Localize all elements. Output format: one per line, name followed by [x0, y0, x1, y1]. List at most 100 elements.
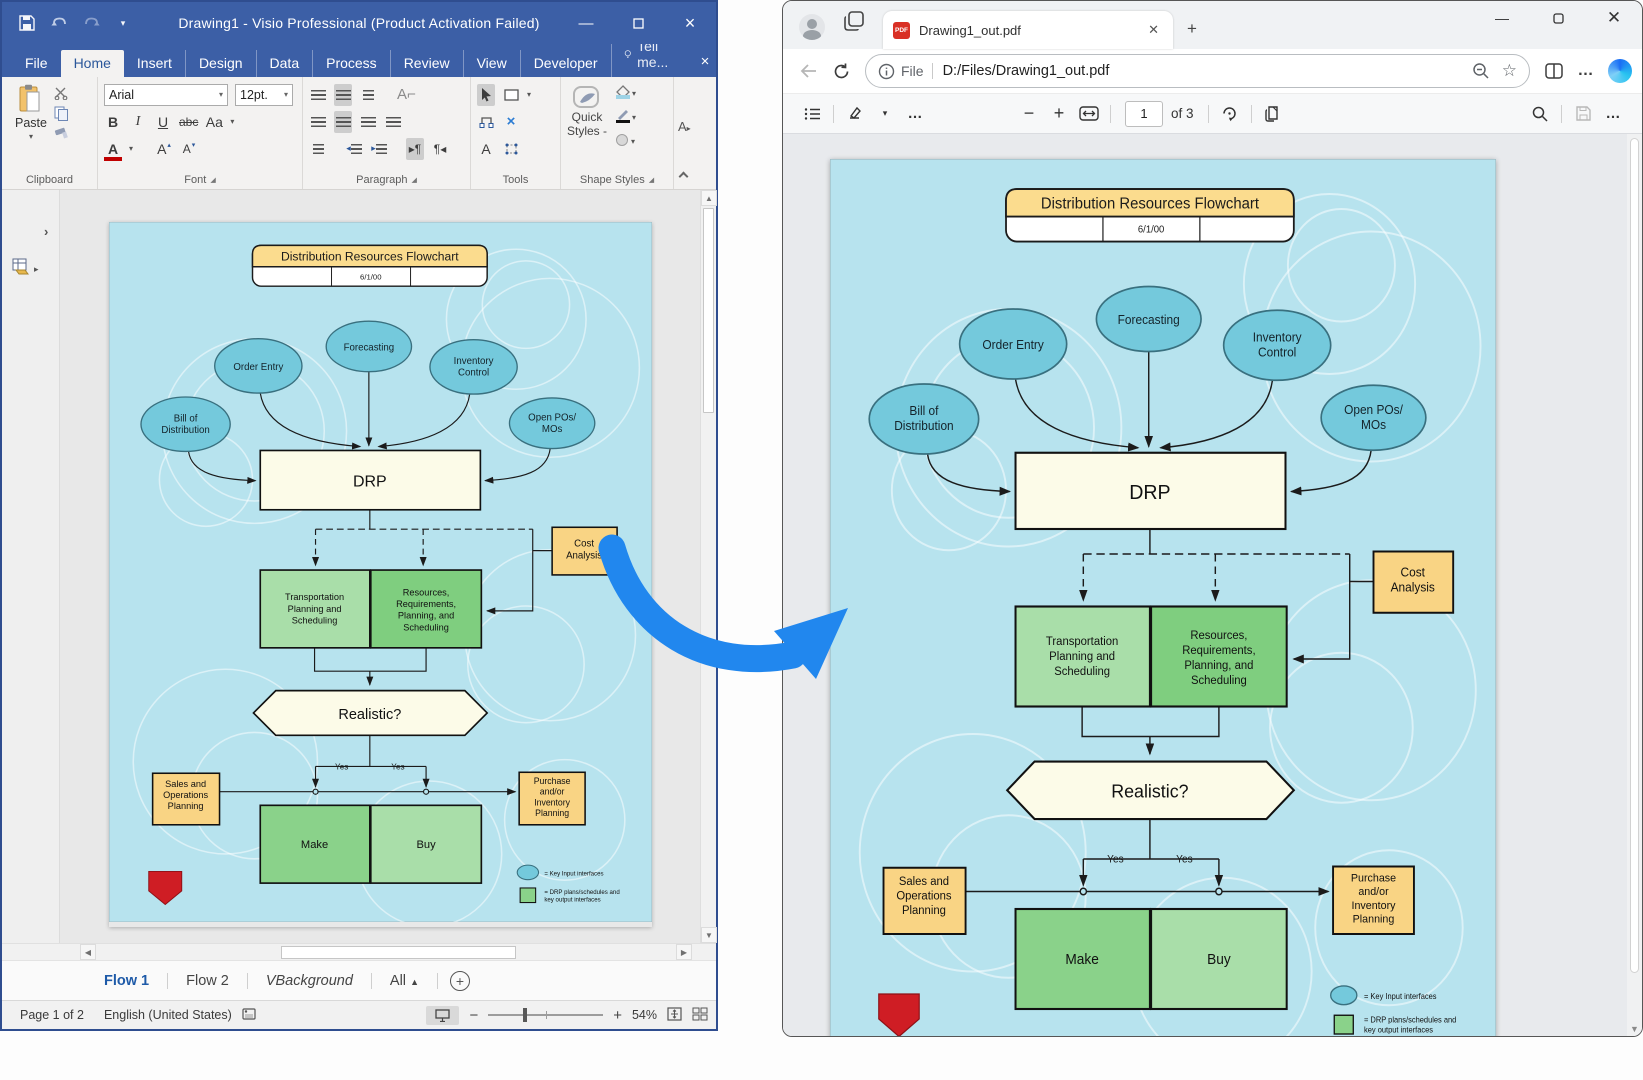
maximize-icon[interactable] [612, 2, 664, 44]
customize-qat-icon[interactable]: ▾ [114, 14, 132, 32]
page-number-input[interactable]: 1 [1125, 101, 1163, 127]
language-indicator[interactable]: English (United States) [94, 1008, 242, 1022]
save-icon[interactable] [1568, 100, 1598, 128]
visio-vertical-scrollbar[interactable]: ▲ ▼ [700, 190, 716, 943]
strikethrough-button[interactable]: abc [179, 111, 198, 133]
visio-drawing-page[interactable]: Yes Yes Distribution Resources Flowchart… [109, 222, 652, 927]
expand-shapes-icon[interactable]: › [44, 224, 48, 239]
justify-icon[interactable] [384, 111, 402, 133]
copilot-icon[interactable] [1608, 59, 1632, 83]
pdf-viewer[interactable]: Yes Yes Distribution Resources Flowchart… [783, 134, 1642, 1036]
switch-windows-icon[interactable] [692, 1007, 708, 1024]
shape-styles-dialog-launcher-icon[interactable]: ◢ [649, 176, 654, 184]
pdf-vertical-scrollbar[interactable]: ▼ [1627, 134, 1642, 1036]
close-tab-icon[interactable]: ✕ [1144, 20, 1163, 40]
align-center-icon[interactable] [334, 111, 352, 133]
text-tool-button[interactable]: A [477, 138, 495, 160]
align-bottom-icon[interactable] [359, 84, 377, 106]
rtl-paragraph-icon[interactable]: ¶◂ [431, 138, 449, 160]
close-document-icon[interactable]: × [685, 47, 726, 77]
page-tab-all[interactable]: All ▲ [376, 967, 433, 995]
tab-file[interactable]: File [12, 50, 61, 77]
info-icon[interactable] [878, 63, 895, 80]
maximize-icon[interactable] [1530, 1, 1586, 35]
tab-view[interactable]: View [463, 50, 520, 77]
fit-page-icon[interactable] [667, 1007, 682, 1024]
address-bar[interactable]: File D:/Files/Drawing1_out.pdf ☆ [865, 54, 1530, 88]
browser-tab[interactable]: PDF Drawing1_out.pdf ✕ [883, 11, 1173, 49]
workspaces-icon[interactable] [843, 10, 865, 37]
new-tab-icon[interactable]: + [1187, 19, 1197, 39]
rectangle-tool-icon[interactable] [502, 84, 520, 106]
visio-vscroll-thumb[interactable] [703, 208, 714, 413]
stencil-icon[interactable]: ▸ [12, 258, 42, 283]
font-color-button[interactable]: A [104, 138, 122, 160]
minimize-icon[interactable]: — [1474, 1, 1530, 35]
insert-page-icon[interactable]: + [450, 971, 470, 991]
scroll-up-icon[interactable]: ▲ [701, 190, 717, 206]
quick-styles-button[interactable]: QuickStyles - [567, 81, 607, 152]
collapse-ribbon-icon[interactable] [680, 167, 687, 185]
page-tab-flow2[interactable]: Flow 2 [172, 967, 243, 995]
ltr-paragraph-icon[interactable]: ▸¶ [406, 138, 424, 160]
underline-button[interactable]: U [154, 111, 172, 133]
connector-tool-icon[interactable] [477, 111, 495, 133]
rotate-icon[interactable] [1215, 100, 1245, 128]
copy-icon[interactable] [54, 106, 69, 121]
decrease-indent-icon[interactable]: ◂ [345, 138, 363, 160]
tab-design[interactable]: Design [185, 50, 256, 77]
pdf-zoom-in-icon[interactable]: + [1044, 100, 1074, 128]
fit-width-icon[interactable] [1074, 100, 1104, 128]
pdf-vscroll-thumb[interactable] [1630, 138, 1639, 973]
page-tab-vbackground[interactable]: VBackground [252, 967, 367, 995]
visio-hscroll-thumb[interactable] [281, 946, 516, 959]
toc-icon[interactable] [797, 100, 827, 128]
page-indicator[interactable]: Page 1 of 2 [10, 1008, 94, 1022]
pdf-page[interactable]: Yes Yes Distribution Resources Flowchart… [830, 159, 1496, 1036]
refresh-icon[interactable] [825, 55, 857, 87]
shrink-font-button[interactable]: A▾ [180, 138, 198, 160]
save-icon[interactable] [18, 14, 36, 32]
undo-icon[interactable] [50, 14, 68, 32]
freeform-tool-icon[interactable] [502, 138, 520, 160]
font-dialog-launcher-icon[interactable]: ◢ [210, 176, 215, 184]
title-block[interactable]: Distribution Resources Flowchart 6/1/00 [253, 245, 488, 286]
connection-point-icon[interactable]: × [502, 111, 520, 133]
highlighter-icon[interactable] [840, 100, 870, 128]
effects-icon[interactable]: ▾ [615, 133, 637, 152]
tab-developer[interactable]: Developer [520, 50, 611, 77]
pdf-scroll-down-icon[interactable]: ▼ [1627, 1024, 1642, 1034]
zoom-percentage[interactable]: 54% [632, 1008, 657, 1022]
profile-avatar[interactable] [799, 14, 825, 40]
page-tab-flow1[interactable]: Flow 1 [90, 967, 163, 995]
annotation-more-icon[interactable]: … [900, 100, 930, 128]
highlighter-dropdown-icon[interactable]: ▾ [870, 100, 900, 128]
zoom-slider[interactable] [488, 1014, 603, 1016]
cut-icon[interactable] [54, 87, 69, 100]
page-view-icon[interactable] [1258, 100, 1288, 128]
pointer-tool-icon[interactable] [477, 84, 495, 106]
zoom-out-page-icon[interactable] [1472, 62, 1490, 80]
macro-record-icon[interactable] [242, 1007, 258, 1024]
align-right-icon[interactable] [359, 111, 377, 133]
visio-horizontal-scrollbar[interactable]: ◀ ▶ [2, 943, 716, 960]
change-case-button[interactable]: Aa [205, 111, 223, 133]
tab-insert[interactable]: Insert [124, 50, 185, 77]
scroll-left-icon[interactable]: ◀ [80, 944, 96, 960]
close-icon[interactable]: ✕ [1586, 1, 1642, 35]
zoom-in-icon[interactable]: + [613, 1007, 622, 1024]
back-icon[interactable] [793, 55, 825, 87]
paragraph-dialog-launcher-icon[interactable]: ◢ [411, 176, 416, 184]
bold-button[interactable]: B [104, 111, 122, 133]
italic-button[interactable]: I [129, 111, 147, 133]
close-icon[interactable]: × [664, 2, 716, 44]
tab-review[interactable]: Review [390, 50, 463, 77]
pdf-more-icon[interactable]: … [1598, 100, 1628, 128]
settings-more-icon[interactable]: … [1570, 55, 1602, 87]
scroll-down-icon[interactable]: ▼ [701, 927, 717, 943]
font-name-select[interactable]: Arial▾ [104, 84, 228, 106]
align-top-icon[interactable] [309, 84, 327, 106]
tab-home[interactable]: Home [61, 50, 124, 77]
align-left-icon[interactable] [309, 111, 327, 133]
fill-color-icon[interactable]: ▾ [615, 85, 637, 104]
